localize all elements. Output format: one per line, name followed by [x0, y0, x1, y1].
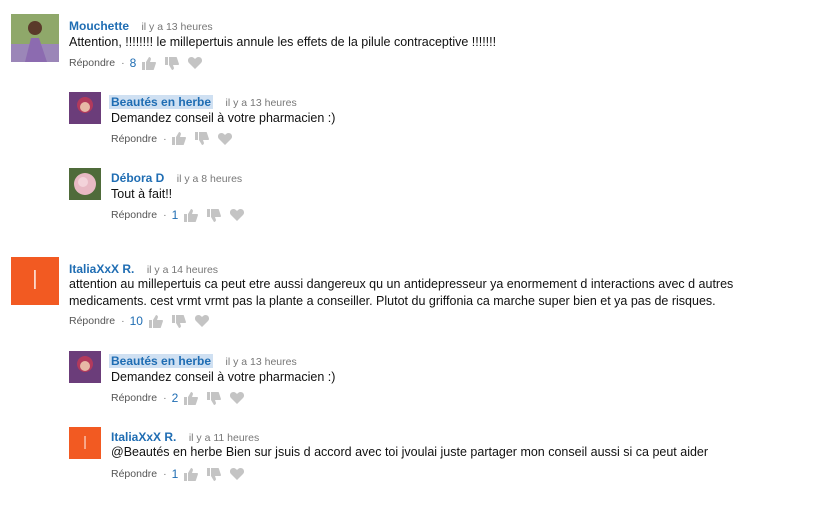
- comment-text: Demandez conseil à votre pharmacien :): [111, 370, 336, 384]
- reply-button[interactable]: Répondre: [111, 392, 157, 404]
- thumbs-up-icon[interactable]: [142, 56, 157, 70]
- thumbs-up-icon[interactable]: [171, 132, 186, 145]
- separator-dot: ·: [163, 132, 167, 145]
- heart-icon[interactable]: [230, 392, 245, 404]
- comment-time[interactable]: il y a 8 heures: [177, 173, 242, 185]
- heart-icon[interactable]: [230, 209, 245, 221]
- thumbs-up-icon[interactable]: [148, 314, 163, 328]
- reply-button[interactable]: Répondre: [69, 57, 115, 69]
- like-count: 8: [129, 56, 137, 70]
- comment-time[interactable]: il y a 11 heures: [189, 432, 259, 444]
- comment-author[interactable]: Débora D: [111, 171, 164, 185]
- separator-dot: ·: [163, 209, 167, 221]
- comment-text: Tout à fait!!: [111, 187, 173, 201]
- comment-time[interactable]: il y a 13 heures: [226, 97, 297, 109]
- comment-time[interactable]: il y a 13 heures: [141, 21, 212, 33]
- reply-button[interactable]: Répondre: [111, 209, 157, 221]
- heart-icon[interactable]: [230, 468, 245, 480]
- thumbs-up-icon[interactable]: [184, 391, 199, 405]
- thumbs-up-icon[interactable]: [184, 208, 199, 222]
- comment-author[interactable]: Mouchette: [69, 19, 129, 33]
- thumbs-down-icon[interactable]: [171, 314, 186, 328]
- thumbs-down-icon[interactable]: [207, 391, 222, 405]
- comment-italiaxxx-r: I ItaliaXxX R. il y a 14 heures attentio…: [11, 257, 821, 332]
- comment-time[interactable]: il y a 14 heures: [147, 264, 218, 276]
- comment-author[interactable]: ItaliaXxX R.: [111, 430, 176, 444]
- separator-dot: ·: [121, 315, 125, 327]
- separator-dot: ·: [121, 57, 125, 69]
- avatar[interactable]: [11, 14, 59, 62]
- comment-text-line-1: attention au millepertuis ca peut etre a…: [69, 277, 734, 291]
- reply-beautes-en-herbe: Beautés en herbe il y a 13 heures Demand…: [69, 92, 809, 148]
- reply-button[interactable]: Répondre: [69, 315, 115, 327]
- comment-text: Attention, !!!!!!!! le millepertuis annu…: [69, 35, 497, 49]
- avatar-letter: I: [82, 432, 88, 454]
- heart-icon[interactable]: [194, 315, 209, 327]
- avatar[interactable]: [69, 168, 101, 200]
- thumbs-down-icon[interactable]: [207, 208, 222, 222]
- comment-text: Demandez conseil à votre pharmacien :): [111, 111, 336, 125]
- reply-beautes-en-herbe-2: Beautés en herbe il y a 13 heures Demand…: [69, 351, 809, 407]
- user-photo-icon: [69, 168, 101, 200]
- comment-text: @Beautés en herbe Bien sur jsuis d accor…: [111, 445, 709, 459]
- heart-icon[interactable]: [217, 132, 232, 145]
- like-count: 10: [129, 314, 143, 328]
- avatar[interactable]: [69, 92, 101, 124]
- avatar[interactable]: [69, 351, 101, 383]
- thumbs-down-icon[interactable]: [194, 132, 209, 145]
- comment-mouchette: Mouchette il y a 13 heures Attention, !!…: [11, 14, 811, 74]
- avatar[interactable]: I: [69, 427, 101, 459]
- avatar-letter: I: [31, 266, 39, 296]
- separator-dot: ·: [163, 392, 167, 404]
- reply-italiaxxx-r: I ItaliaXxX R. il y a 11 heures @Beautés…: [69, 427, 819, 483]
- user-photo-icon: [69, 92, 101, 124]
- comment-time[interactable]: il y a 13 heures: [226, 356, 297, 368]
- thumbs-down-icon[interactable]: [165, 56, 180, 70]
- reply-button[interactable]: Répondre: [111, 468, 157, 480]
- comment-author[interactable]: ItaliaXxX R.: [69, 262, 134, 276]
- user-photo-icon: [11, 14, 59, 62]
- reply-button[interactable]: Répondre: [111, 133, 157, 145]
- separator-dot: ·: [163, 468, 167, 480]
- comment-text-line-2: medicaments. cest vrmt vrmt pas la plant…: [69, 294, 716, 308]
- thumbs-down-icon[interactable]: [207, 467, 222, 481]
- like-count: 2: [171, 391, 179, 405]
- like-count: 1: [171, 467, 179, 481]
- reply-debora-d: Débora D il y a 8 heures Tout à fait!! R…: [69, 168, 809, 224]
- heart-icon[interactable]: [188, 57, 203, 69]
- avatar[interactable]: I: [11, 257, 59, 305]
- like-count: 1: [171, 208, 179, 222]
- user-photo-icon: [69, 351, 101, 383]
- comment-author[interactable]: Beautés en herbe: [109, 354, 214, 368]
- comment-author[interactable]: Beautés en herbe: [109, 95, 214, 109]
- thumbs-up-icon[interactable]: [184, 467, 199, 481]
